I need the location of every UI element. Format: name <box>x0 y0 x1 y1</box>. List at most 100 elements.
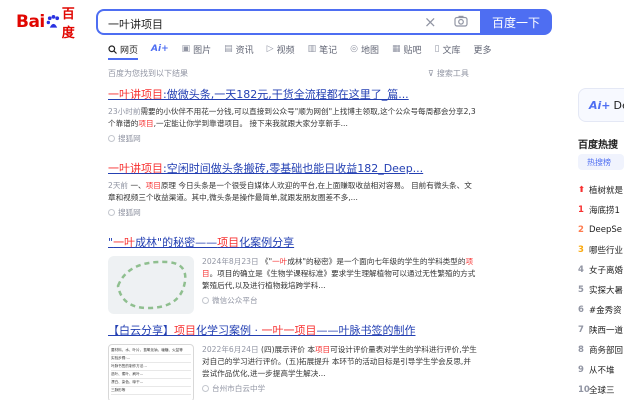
hot-search-list: ⬆ 植树就是 1 海底捞1 2 DeepSe 3 哪些行业 4 女子离婚 5 实探大暑 6 #… <box>578 180 624 400</box>
active-tab-indicator <box>108 58 138 60</box>
result-date: 23小时前 <box>108 107 141 116</box>
tab-label: 更多 <box>473 45 492 56</box>
hot-item-rank: 7 <box>578 325 584 335</box>
tab-map[interactable]: ◎ 地图 <box>350 43 379 56</box>
result-source[interactable]: 搜狐网 <box>108 133 478 144</box>
tab-more[interactable]: 更多 <box>474 43 492 56</box>
hot-search-tab[interactable]: 热搜榜 <box>578 154 624 170</box>
hot-item[interactable]: 4 女子离婚 <box>578 260 624 280</box>
title-text: 【白云分享】 <box>108 324 174 337</box>
hot-item-rank: 9 <box>578 365 584 375</box>
hot-item[interactable]: 7 陕西一道 <box>578 320 624 340</box>
clear-icon[interactable]: × <box>424 13 437 31</box>
ai-icon: Ai+ <box>589 98 611 112</box>
tab-images[interactable]: ▣ 图片 <box>182 43 212 56</box>
image-icon: ▣ <box>181 43 191 54</box>
title-highlight: 一叶一项目 <box>261 324 317 337</box>
hot-item-text: 从不堆 <box>589 366 615 376</box>
thumb-row: 叶脉书签的制作方法… <box>111 363 191 371</box>
hot-item[interactable]: 1 海底捞1 <box>578 200 624 220</box>
map-icon: ◎ <box>350 43 358 54</box>
title-text: 成林"的秘密—— <box>135 236 218 249</box>
source-icon <box>108 209 115 216</box>
result-snippet: 2024年8月23日 《"一叶成林"的秘密》是一个面向七年级的学生的学科类型的项… <box>202 256 478 292</box>
result-title-link[interactable]: "一叶成林"的秘密——项目化案例分享 <box>108 234 478 250</box>
result-body: 2024年8月23日 《"一叶成林"的秘密》是一个面向七年级的学生的学科类型的项… <box>108 256 478 314</box>
hot-item[interactable]: 2 DeepSe <box>578 220 624 240</box>
tab-video[interactable]: ▷ 视频 <box>267 43 295 56</box>
tieba-icon: ▦ <box>392 43 401 54</box>
snippet-highlight: 项目 <box>145 181 161 190</box>
search-tools-button[interactable]: ⊽ 搜索工具 <box>428 68 469 79</box>
hot-item[interactable]: 6 #金秀资 <box>578 300 624 320</box>
result-source[interactable]: 搜狐网 <box>108 207 478 218</box>
search-tools-label: 搜索工具 <box>436 69 469 78</box>
result-source[interactable]: 微信公众平台 <box>202 295 478 306</box>
tab-label: 笔记 <box>319 45 338 56</box>
title-text: :做微头条,一天182元,干货全流程都在这里了_篇... <box>163 88 409 101</box>
ai-icon: Ai+ <box>151 44 169 54</box>
news-icon: ▤ <box>224 43 233 54</box>
tab-web[interactable]: 网页 <box>108 43 138 56</box>
hot-item-text: 商务部回 <box>589 346 624 356</box>
baidu-logo[interactable]: Bai 百度 <box>16 7 86 41</box>
snippet-highlight: 项目 <box>314 345 331 354</box>
hot-item-text: 实探大暑 <box>589 286 624 296</box>
search-result: 一叶讲项目:空闲时间做头条搬砖,零基础也能日收益182_Deep... 2天前 … <box>108 160 478 218</box>
hot-item[interactable]: 10 全球三 <box>578 380 624 400</box>
hot-item-text: 女子离婚 <box>589 266 624 276</box>
tab-notes[interactable]: ▥ 笔记 <box>308 43 338 56</box>
hot-item-text: 海底捞1 <box>589 206 620 216</box>
logo-bai-text: Bai <box>16 12 45 32</box>
result-title-link[interactable]: 一叶讲项目:做微头条,一天182元,干货全流程都在这里了_篇... <box>108 86 478 102</box>
title-highlight: 一叶讲项目 <box>108 162 163 175</box>
hot-item-text: 植树就是 <box>589 186 624 196</box>
tab-label: 图片 <box>193 45 212 56</box>
search-input[interactable]: 一叶讲项目 × <box>96 9 481 35</box>
camera-icon[interactable] <box>454 15 468 27</box>
thumb-row: 实验步骤:… <box>111 355 191 363</box>
hot-item[interactable]: 9 从不堆 <box>578 360 624 380</box>
tab-news[interactable]: ▤ 资讯 <box>224 43 254 56</box>
hot-item[interactable]: 5 实探大暑 <box>578 280 624 300</box>
result-thumbnail[interactable]: 要材料、水、叶片、氢氧化钠、塘糖、火盆等 实验步骤:… 叶脉书签的制作方法… 选… <box>108 344 194 400</box>
search-tabs: 网页 Ai+ ▣ 图片 ▤ 资讯 ▷ 视频 ▥ 笔记 ◎ 地图 ▦ 贴吧 ▯ 文… <box>108 42 505 56</box>
search-result: "一叶成林"的秘密——项目化案例分享 2024年8月23日 《"一叶成林"的秘密… <box>108 234 478 314</box>
hot-item[interactable]: 3 哪些行业 <box>578 240 624 260</box>
source-name: 台州市白云中学 <box>212 384 266 393</box>
hot-search-title[interactable]: 百度热搜 <box>578 136 618 151</box>
tab-ai[interactable]: Ai+ <box>151 44 169 54</box>
snippet-highlight: 项目 <box>138 119 154 128</box>
result-date: 2天前 <box>108 181 129 190</box>
result-snippet: 2022年6月24日 (四)展示评价 本项目可设计评价量表对学生的学科进行评价,… <box>202 344 478 380</box>
result-date: 2022年6月24日 <box>202 345 259 354</box>
search-button[interactable]: 百度一下 <box>480 9 552 35</box>
tab-tieba[interactable]: ▦ 贴吧 <box>392 43 422 56</box>
result-source[interactable]: 台州市白云中学 <box>202 383 478 394</box>
snippet-text: ,一定能让你学到靠谱项目。 接下来我就跟大家分享新手... <box>153 119 348 128</box>
result-title-link[interactable]: 一叶讲项目:空闲时间做头条搬砖,零基础也能日收益182_Deep... <box>108 160 478 176</box>
thumb-row: 要材料、水、叶片、氢氧化钠、塘糖、火盆等 <box>111 347 191 355</box>
thumb-row: 漂白、染色、晾干… <box>111 379 191 387</box>
search-query[interactable]: 一叶讲项目 <box>108 16 163 32</box>
hot-item-rank: 10 <box>578 385 590 395</box>
hot-item[interactable]: 8 商务部回 <box>578 340 624 360</box>
hot-item[interactable]: ⬆ 植树就是 <box>578 180 624 200</box>
tab-label: 地图 <box>361 45 380 56</box>
title-highlight: 项目 <box>217 236 240 249</box>
ai-assistant-card[interactable]: Ai+ De <box>578 88 624 122</box>
tab-wenku[interactable]: ▯ 文库 <box>435 43 461 56</box>
snippet-text: 《" <box>258 257 273 266</box>
source-name: 搜狐网 <box>118 134 141 143</box>
result-thumbnail[interactable] <box>108 256 194 314</box>
video-icon: ▷ <box>266 43 274 54</box>
tab-label: 视频 <box>276 45 295 56</box>
result-title-link[interactable]: 【白云分享】项目化学习案例 · 一叶一项目——叶脉书签的制作 <box>108 322 478 338</box>
note-icon: ▥ <box>307 43 317 54</box>
hot-item-rank: 3 <box>578 245 584 255</box>
tab-label: 资讯 <box>235 45 254 56</box>
hot-item-text: 哪些行业 <box>589 246 624 256</box>
snippet-text: 一、 <box>128 181 146 190</box>
hot-item-rank: 5 <box>578 285 584 295</box>
result-snippet: 23小时前需要的小伙伴不用花一分钱,可以直接到公众号"顺为网创"上找博主领取,这… <box>108 106 478 130</box>
